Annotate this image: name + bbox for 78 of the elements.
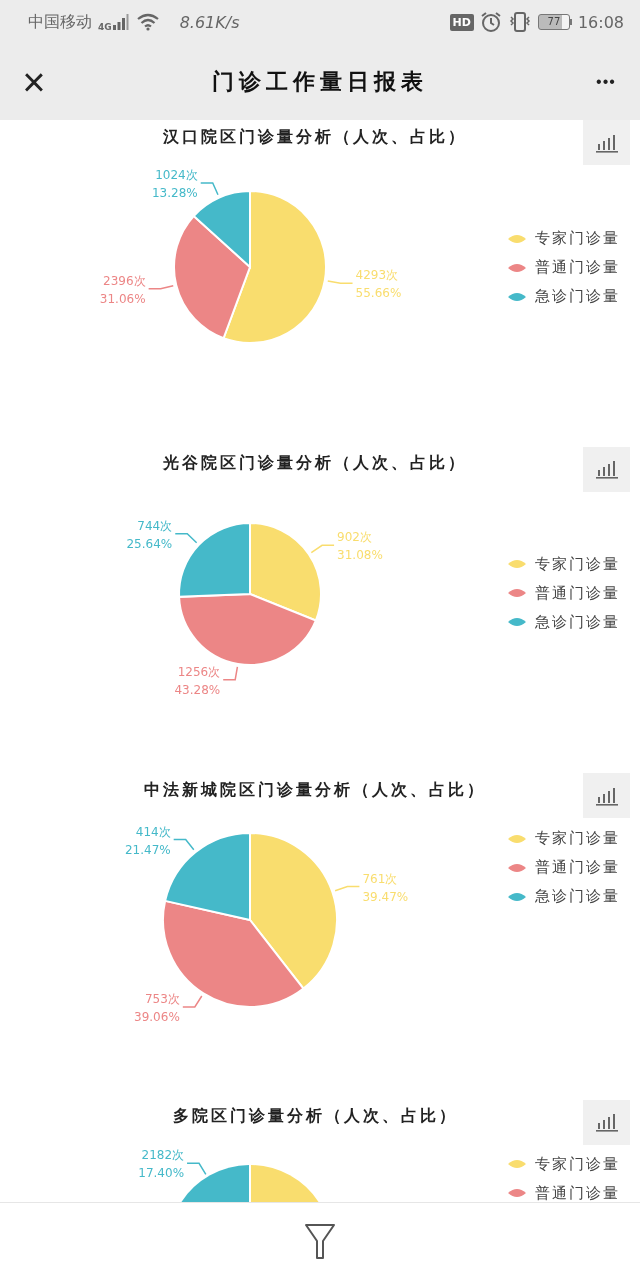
page-title: 门诊工作量日报表	[212, 68, 428, 96]
close-button[interactable]: ×	[14, 62, 54, 102]
more-button[interactable]: •••	[586, 73, 626, 91]
value-label: 1024次	[155, 167, 198, 182]
filter-icon[interactable]	[304, 1222, 336, 1261]
legend-label[interactable]: 专家门诊量	[535, 554, 620, 574]
chart-title: 光谷院区门诊量分析（人次、占比）	[163, 453, 467, 474]
value-label: 55.66%	[355, 286, 402, 301]
value-label: 2396次	[103, 273, 146, 288]
value-label: 21.47%	[124, 842, 171, 857]
signal-icon	[111, 14, 130, 30]
chart-title: 中法新城院区门诊量分析（人次、占比）	[144, 779, 486, 801]
legend-label[interactable]: 普通门诊量	[535, 583, 620, 603]
legend-marker-icon[interactable]	[508, 1187, 526, 1199]
legend-label[interactable]: 急诊门诊量	[535, 287, 620, 306]
legend-marker-icon[interactable]	[508, 587, 526, 599]
legend-label[interactable]: 普通门诊量	[535, 858, 620, 877]
legend-label[interactable]: 急诊门诊量	[535, 612, 620, 632]
value-label: 761次	[362, 871, 398, 886]
value-label: 13.28%	[151, 185, 198, 200]
legend-marker-icon[interactable]	[508, 616, 526, 628]
value-label: 31.06%	[99, 291, 146, 306]
chart-switch-button[interactable]	[583, 1099, 630, 1145]
legend-marker-icon[interactable]	[508, 232, 526, 245]
value-label: 2182次	[141, 1147, 185, 1162]
value-label: 39.06%	[134, 1009, 180, 1024]
legend-label[interactable]: 专家门诊量	[535, 829, 620, 848]
legend-label[interactable]: 专家门诊量	[535, 229, 620, 248]
value-label: 1256次	[177, 664, 221, 679]
wifi-icon	[135, 13, 160, 31]
leader-line	[199, 182, 219, 196]
value-label: 43.28%	[174, 682, 221, 697]
legend-label[interactable]: 专家门诊量	[535, 1154, 620, 1174]
bar-chart-icon	[595, 459, 618, 479]
value-label: 25.64%	[126, 536, 173, 551]
value-label: 39.47%	[362, 889, 409, 904]
vibrate-icon	[507, 11, 532, 33]
chart-title: 汉口院区门诊量分析（人次、占比）	[163, 126, 467, 148]
legend-label[interactable]: 急诊门诊量	[535, 887, 620, 906]
value-label: 414次	[135, 824, 171, 839]
legend-label[interactable]: 普通门诊量	[535, 258, 620, 277]
alarm-icon	[479, 11, 502, 33]
legend-label[interactable]: 普通门诊量	[535, 1183, 620, 1202]
network-speed: 8.61K/s	[179, 12, 240, 32]
leader-line	[182, 995, 203, 1008]
bar-chart-icon	[595, 1112, 618, 1132]
value-label: 902次	[337, 529, 372, 544]
legend-marker-icon[interactable]	[508, 261, 526, 274]
legend-marker-icon[interactable]	[508, 290, 526, 303]
legend-marker-icon[interactable]	[508, 832, 526, 845]
hd-badge: HD	[449, 13, 474, 31]
legend-marker-icon[interactable]	[508, 890, 526, 903]
chart-switch-button[interactable]	[583, 446, 630, 492]
network-type: 4G	[98, 21, 112, 32]
battery-icon: 77	[537, 14, 572, 30]
carrier-name: 中国移动	[28, 11, 92, 33]
chart-switch-button[interactable]	[583, 120, 630, 165]
value-label: 744次	[137, 518, 173, 533]
bar-chart-icon	[595, 785, 618, 806]
legend-marker-icon[interactable]	[508, 1158, 526, 1170]
legend-marker-icon[interactable]	[508, 861, 526, 874]
value-label: 4293次	[355, 268, 399, 283]
value-label: 31.08%	[337, 547, 383, 562]
leader-line	[186, 1162, 207, 1175]
chart-title: 多院区门诊量分析（人次、占比）	[172, 1106, 458, 1127]
leader-line	[327, 280, 354, 284]
leader-line	[174, 532, 198, 543]
clock-time: 16:08	[577, 12, 624, 32]
legend-marker-icon[interactable]	[508, 558, 526, 570]
bar-chart-icon	[595, 132, 618, 153]
leader-line	[147, 285, 174, 290]
chart-switch-button[interactable]	[583, 773, 630, 818]
leader-line	[310, 544, 335, 553]
leader-line	[172, 838, 195, 851]
value-label: 753次	[144, 991, 180, 1006]
leader-line	[334, 885, 361, 892]
value-label: 17.40%	[138, 1165, 185, 1180]
leader-line	[222, 665, 239, 680]
